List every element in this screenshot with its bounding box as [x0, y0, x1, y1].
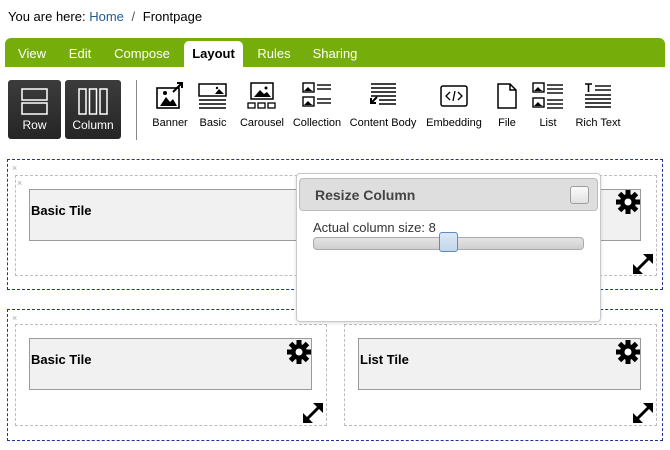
list-icon [532, 82, 563, 109]
breadcrumb-home-link[interactable]: Home [89, 9, 124, 24]
tile-title: Basic Tile [31, 352, 92, 367]
tab-sharing[interactable]: Sharing [305, 41, 365, 67]
file-icon [497, 83, 517, 109]
embedding-icon [440, 85, 468, 107]
toolbar-divider [136, 80, 137, 140]
carousel-icon [247, 82, 276, 109]
add-content-body-tile-button[interactable]: Content Body [350, 82, 416, 132]
list-tile[interactable]: List Tile [358, 338, 641, 390]
add-column-button[interactable]: Column [65, 80, 121, 139]
resize-column-icon[interactable] [630, 251, 656, 277]
resize-column-icon[interactable] [300, 400, 326, 426]
add-row-button[interactable]: Row [8, 80, 61, 139]
tab-layout[interactable]: Layout [184, 41, 243, 67]
add-collection-tile-button[interactable]: Collection [293, 82, 341, 132]
add-basic-tile-button[interactable]: Basic [198, 82, 228, 132]
content-body-icon [370, 83, 396, 105]
add-rich-text-tile-button[interactable]: Rich Text [575, 82, 621, 132]
gear-icon[interactable] [287, 340, 311, 364]
banner-icon [156, 82, 183, 109]
tile-title: Basic Tile [31, 203, 92, 218]
tab-edit[interactable]: Edit [62, 41, 98, 67]
basic-icon [198, 83, 227, 109]
gear-icon[interactable] [616, 340, 640, 364]
tab-compose[interactable]: Compose [107, 41, 177, 67]
tab-view[interactable]: View [12, 41, 52, 67]
column-size-label: Actual column size: 8 [313, 220, 436, 235]
tile-title: List Tile [360, 352, 409, 367]
breadcrumb: You are here: Home / Frontpage [8, 9, 202, 24]
add-embedding-tile-button[interactable]: Embedding [426, 82, 482, 132]
collection-tile-label: Collection [292, 117, 342, 129]
collection-icon [302, 82, 331, 107]
row-icon [21, 88, 48, 115]
tab-rules[interactable]: Rules [251, 41, 297, 67]
rich-text-tile-label: Rich Text [575, 117, 621, 129]
popup-header: Resize Column [299, 178, 598, 211]
remove-row-icon[interactable]: × [12, 164, 17, 173]
remove-column-icon[interactable]: × [17, 179, 22, 188]
breadcrumb-prefix: You are here: [8, 9, 86, 24]
rich-text-icon [585, 83, 611, 108]
resize-column-icon[interactable] [630, 400, 656, 426]
close-button[interactable] [570, 186, 589, 204]
row-button-label: Row [22, 118, 47, 132]
column-icon [78, 88, 108, 115]
remove-row-icon[interactable]: × [12, 314, 17, 323]
resize-column-popup: Resize Column Actual column size: 8 [296, 173, 601, 322]
breadcrumb-separator: / [131, 9, 136, 24]
column-button-label: Column [72, 118, 114, 132]
gear-icon[interactable] [616, 190, 640, 214]
popup-title: Resize Column [315, 187, 416, 203]
breadcrumb-current: Frontpage [142, 9, 203, 24]
content-body-tile-label: Content Body [349, 117, 417, 129]
add-carousel-tile-button[interactable]: Carousel [240, 82, 284, 132]
slider-handle[interactable] [439, 232, 458, 252]
basic-tile[interactable]: Basic Tile [29, 338, 312, 390]
add-list-tile-button[interactable]: List [532, 82, 564, 132]
